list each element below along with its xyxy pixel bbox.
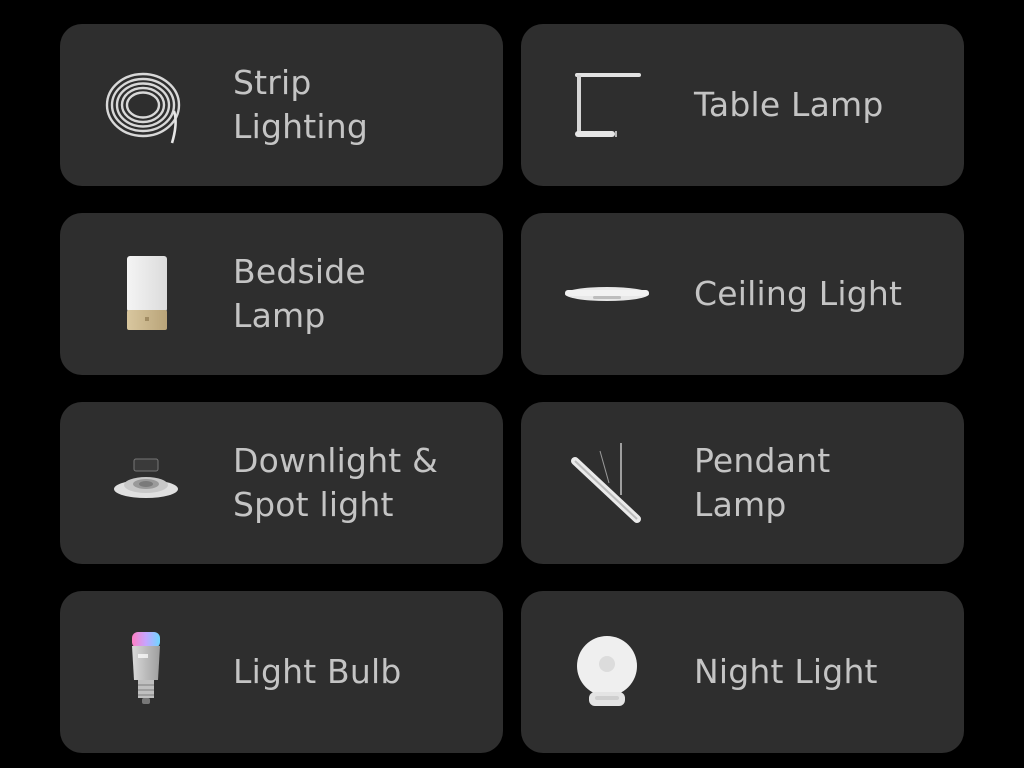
- downlight-icon: [96, 443, 196, 523]
- category-card-table-lamp[interactable]: Table Lamp: [521, 24, 964, 186]
- category-card-downlight[interactable]: Downlight & Spot light: [60, 402, 503, 564]
- table-lamp-icon: [557, 65, 657, 145]
- light-category-grid: Strip Lighting Table Lamp Bedside Lamp C…: [60, 24, 964, 753]
- category-card-night-light[interactable]: Night Light: [521, 591, 964, 753]
- category-label: Night Light: [694, 652, 878, 691]
- category-label: Strip Lighting: [233, 63, 368, 146]
- category-card-pendant-lamp[interactable]: Pendant Lamp: [521, 402, 964, 564]
- strip-lighting-icon: [96, 65, 196, 145]
- ceiling-light-icon: [557, 254, 657, 334]
- bedside-lamp-icon: [96, 254, 196, 334]
- category-card-light-bulb[interactable]: Light Bulb: [60, 591, 503, 753]
- category-label: Light Bulb: [233, 652, 402, 691]
- category-label: Downlight & Spot light: [233, 441, 439, 524]
- light-bulb-icon: [96, 632, 196, 712]
- category-label: Ceiling Light: [694, 274, 903, 313]
- night-light-icon: [557, 632, 657, 712]
- category-label: Pendant Lamp: [694, 441, 831, 524]
- category-card-strip-lighting[interactable]: Strip Lighting: [60, 24, 503, 186]
- pendant-lamp-icon: [557, 443, 657, 523]
- category-card-bedside-lamp[interactable]: Bedside Lamp: [60, 213, 503, 375]
- category-label: Bedside Lamp: [233, 252, 366, 335]
- category-label: Table Lamp: [694, 85, 884, 124]
- category-card-ceiling-light[interactable]: Ceiling Light: [521, 213, 964, 375]
